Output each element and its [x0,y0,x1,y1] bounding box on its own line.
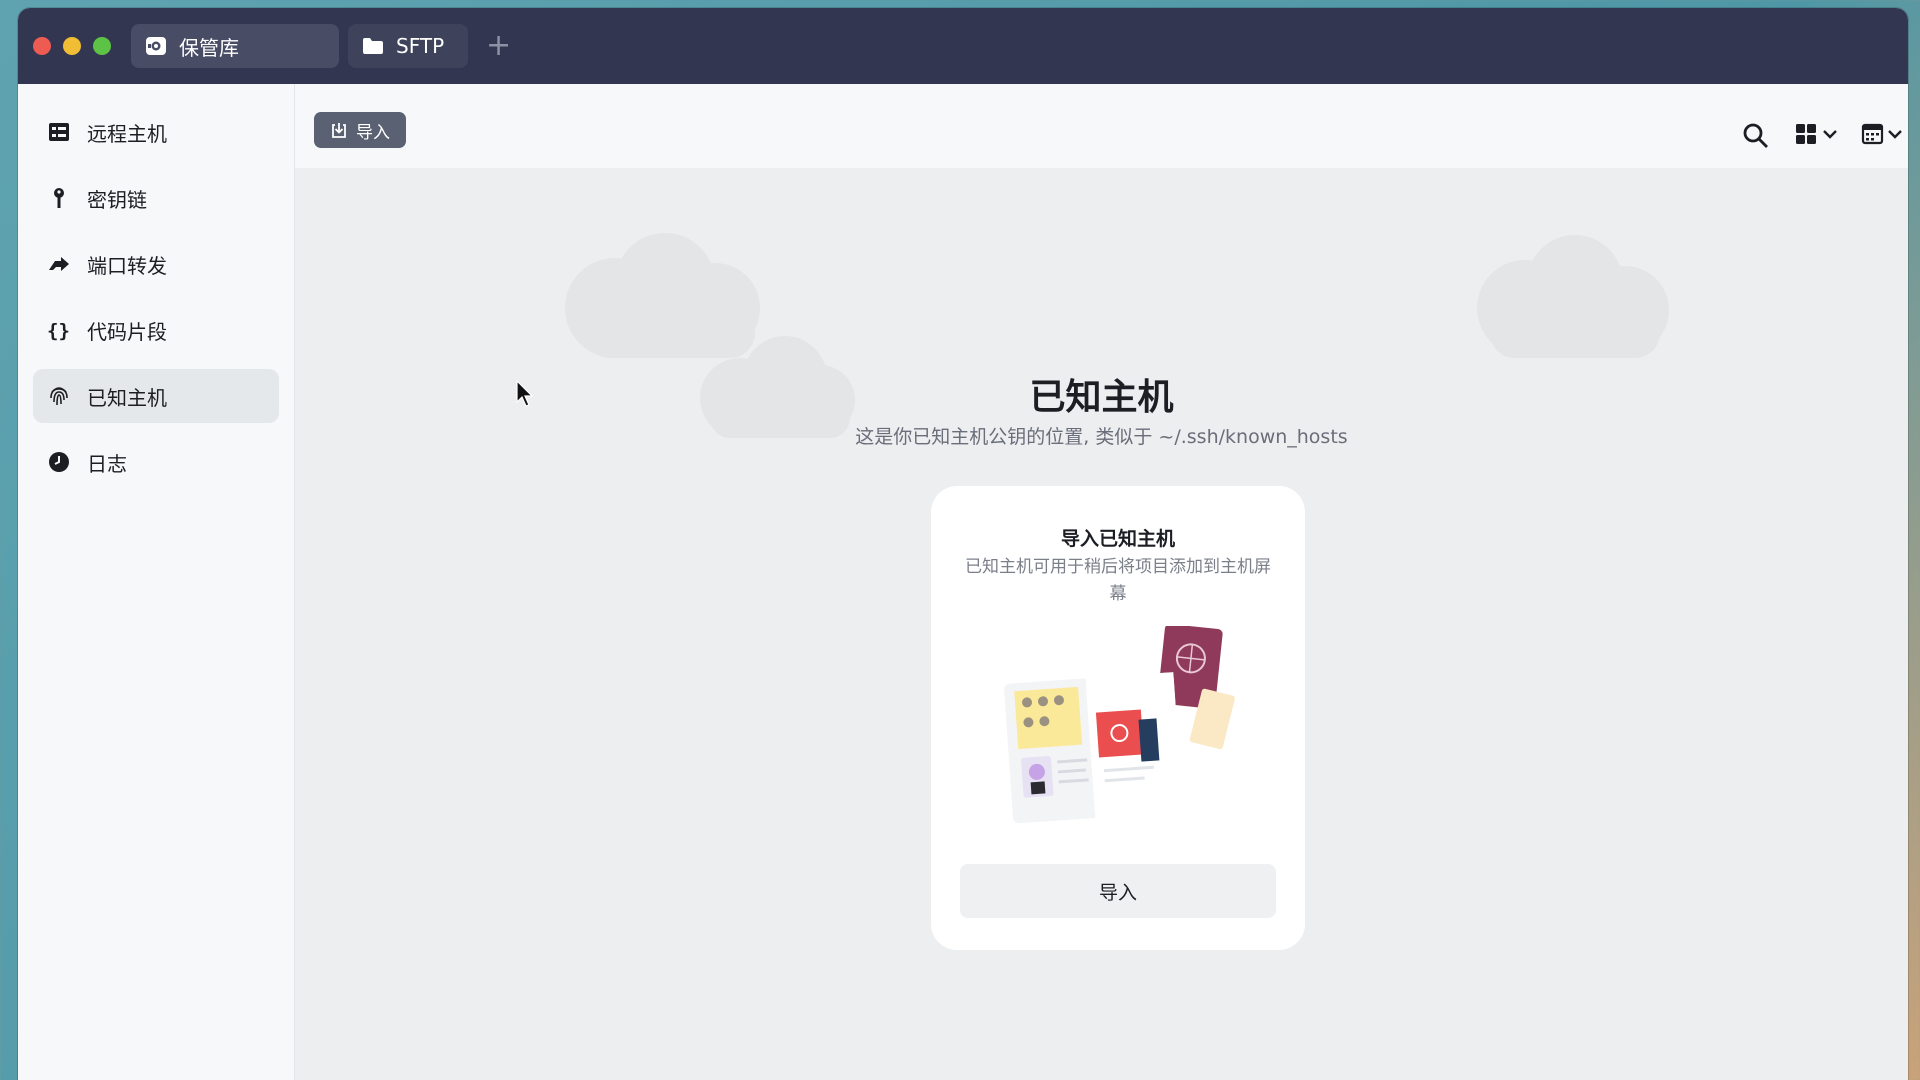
import-button-label: 导入 [356,122,390,143]
tab-sftp[interactable]: SFTP [348,24,468,68]
svg-text:{}: {} [47,320,70,341]
card-import-button[interactable]: 导入 [960,864,1276,918]
mouse-pointer-icon [516,380,534,407]
sidebar-item-known-hosts[interactable]: 已知主机 [33,369,279,423]
close-window-button[interactable] [33,37,51,55]
minimize-window-button[interactable] [63,37,81,55]
key-icon [47,186,71,210]
import-icon [330,121,348,139]
toolbar: 导入 [295,84,1908,168]
sidebar-item-label: 远程主机 [87,121,167,146]
vault-icon [143,33,169,59]
clock-icon [47,450,71,474]
import-known-hosts-card: 导入已知主机 已知主机可用于稍后将项目添加到主机屏幕 导入 [931,486,1305,950]
app-window: 保管库 SFTP + 远程主机 密钥链 端口转发 {} 代码片段 已知主机 日志… [18,8,1908,1080]
card-description: 已知主机可用于稍后将项目添加到主机屏幕 [965,557,1271,604]
sidebar: 远程主机 密钥链 端口转发 {} 代码片段 已知主机 日志 [18,84,295,1080]
sidebar-item-label: 密钥链 [87,187,147,212]
import-button[interactable]: 导入 [314,112,406,148]
sidebar-item-label: 端口转发 [87,253,167,278]
sidebar-item-snippets[interactable]: {} 代码片段 [33,303,279,357]
sidebar-item-label: 已知主机 [87,385,167,410]
sidebar-item-label: 代码片段 [87,319,167,344]
server-grid-icon [47,120,71,144]
braces-icon: {} [47,318,71,342]
sidebar-item-logs[interactable]: 日志 [33,435,279,489]
cloud-decoration [1477,235,1669,358]
card-title: 导入已知主机 [1060,528,1175,550]
page-subtitle: 这是你已知主机公钥的位置, 类似于 ~/.ssh/known_hosts [855,426,1348,448]
tab-sftp-label: SFTP [396,34,445,58]
calendar-sort-icon[interactable] [1861,122,1907,148]
fingerprint-icon [47,384,71,408]
search-icon[interactable] [1742,122,1770,150]
title-bar: 保管库 SFTP + [18,8,1908,84]
folder-icon [360,33,386,59]
sidebar-item-port-forwarding[interactable]: 端口转发 [33,237,279,291]
sidebar-item-keychain[interactable]: 密钥链 [33,171,279,225]
tab-vault-label: 保管库 [179,35,239,60]
zoom-window-button[interactable] [93,37,111,55]
passport-illustration [1004,626,1235,824]
tab-vault[interactable]: 保管库 [131,24,339,68]
forward-arrow-icon [47,252,71,276]
page-title: 已知主机 [1029,377,1174,418]
grid-view-icon[interactable] [1795,122,1841,148]
sidebar-item-remote-hosts[interactable]: 远程主机 [33,105,279,159]
sidebar-item-label: 日志 [87,451,127,476]
main-content: 已知主机 这是你已知主机公钥的位置, 类似于 ~/.ssh/known_host… [295,168,1908,1080]
add-tab-button[interactable]: + [486,31,511,61]
